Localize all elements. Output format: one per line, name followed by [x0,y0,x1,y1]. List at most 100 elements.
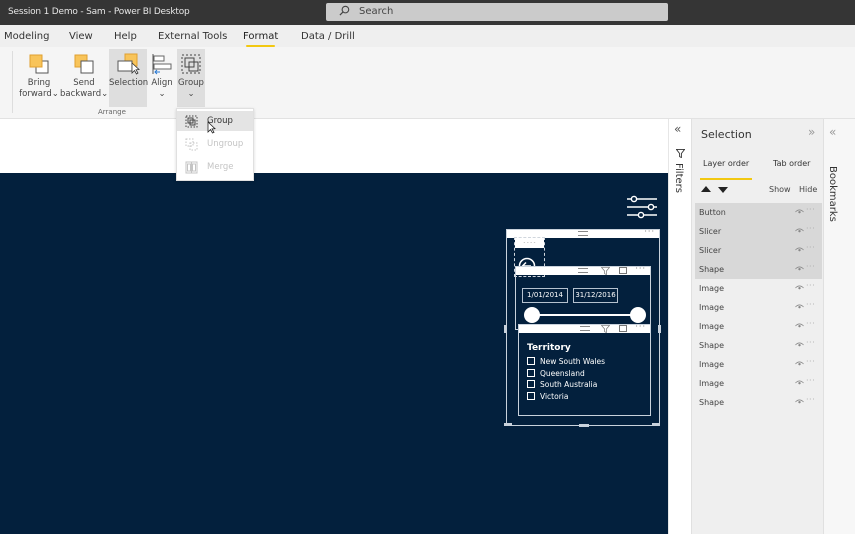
territory-option[interactable]: Queensland [527,369,585,378]
eye-icon[interactable] [795,304,804,310]
search-box[interactable]: Search [326,3,668,21]
territory-option[interactable]: Victoria [527,392,568,401]
resize-handle[interactable] [658,325,661,333]
more-options-icon[interactable]: ··· [806,357,815,366]
layer-row[interactable]: Image ··· [695,374,822,393]
tab-modeling[interactable]: Modeling [4,31,50,42]
eye-icon[interactable] [795,399,804,405]
layer-row[interactable]: Slicer ··· [695,241,822,260]
layer-row[interactable]: Slicer ··· [695,222,822,241]
filter-icon[interactable] [601,267,610,275]
resize-handle[interactable] [652,423,660,426]
territory-option[interactable]: New South Wales [527,357,605,366]
more-options-icon[interactable]: ··· [806,338,815,347]
eye-icon[interactable] [795,361,804,367]
eye-icon[interactable] [795,323,804,329]
layer-row[interactable]: Image ··· [695,279,822,298]
more-options-icon[interactable]: ··· [635,264,646,273]
eye-icon[interactable] [795,380,804,386]
resize-handle[interactable] [504,325,507,333]
bookmarks-label[interactable]: Bookmarks [827,166,838,222]
tab-format[interactable]: Format [243,31,278,47]
focus-mode-icon[interactable] [619,325,627,332]
drag-handle-icon[interactable] [579,326,590,331]
more-options-icon[interactable]: ··· [806,281,815,290]
eye-icon[interactable] [795,228,804,234]
filter-icon[interactable] [601,325,610,333]
drag-handle-icon[interactable] [578,231,588,236]
more-options-icon[interactable]: ··· [806,224,815,233]
menu-item-ungroup: Ungroup [177,134,253,154]
canvas-top-margin [0,119,668,173]
send-backward-button[interactable]: Send backward⌄ [60,49,108,103]
eye-icon[interactable] [795,342,804,348]
start-date-handle[interactable] [524,307,540,323]
eye-icon[interactable] [795,247,804,253]
more-options-icon[interactable]: ··· [806,319,815,328]
checkbox[interactable] [527,357,535,365]
layer-row[interactable]: Image ··· [695,298,822,317]
date-range-track[interactable] [531,314,639,316]
group-button[interactable]: Group ⌄ [177,49,205,107]
show-all-button[interactable]: Show [769,185,791,194]
resize-handle[interactable] [504,423,512,426]
more-options-icon[interactable]: ··· [806,243,815,252]
more-options-icon[interactable]: ··· [806,395,815,404]
territory-option[interactable]: South Australia [527,380,597,389]
territory-option-label: Queensland [540,369,585,378]
move-down-icon[interactable] [718,187,728,193]
expand-filters-icon[interactable]: « [674,122,681,136]
tab-data-drill[interactable]: Data / Drill [301,31,355,42]
bookmarks-pane-collapsed[interactable]: « Bookmarks [824,119,855,534]
start-date-input[interactable]: 1/01/2014 [522,288,568,303]
layer-row[interactable]: Image ··· [695,317,822,336]
tab-tab-order[interactable]: Tab order [773,159,810,168]
date-slicer-header: ··· [516,264,650,275]
layer-row[interactable]: Shape ··· [695,260,822,279]
end-date-input[interactable]: 31/12/2016 [573,288,618,303]
checkbox[interactable] [527,392,535,400]
checkbox[interactable] [527,369,535,377]
eye-icon[interactable] [795,209,804,215]
hide-all-button[interactable]: Hide [799,185,817,194]
menu-item-group[interactable]: Group [177,111,253,134]
tab-layer-order[interactable]: Layer order [703,159,749,168]
sliders-icon[interactable] [625,194,659,220]
more-options-icon[interactable]: ··· [806,205,815,214]
collapse-pane-icon[interactable]: » [808,125,815,139]
layer-row[interactable]: Button ··· [695,203,822,222]
drag-handle-icon[interactable] [578,268,588,273]
tab-external-tools[interactable]: External Tools [158,31,227,42]
more-options-icon[interactable]: ··· [806,376,815,385]
resize-handle[interactable] [579,424,589,427]
layer-row[interactable]: Shape ··· [695,336,822,355]
layer-row[interactable]: Image ··· [695,355,822,374]
focus-mode-icon[interactable] [619,267,627,274]
end-date-handle[interactable] [630,307,646,323]
menu-item-ungroup-label: Ungroup [207,139,244,149]
tab-view[interactable]: View [69,31,93,42]
more-options-icon[interactable]: ··· [644,227,655,236]
filters-label[interactable]: Filters [673,163,684,193]
more-options-icon[interactable]: ··· [806,300,815,309]
layer-row[interactable]: Shape ··· [695,393,822,412]
ribbon-tabs: Modeling View Help External Tools Format… [0,25,855,47]
territory-slicer-header: ··· [519,322,650,333]
more-options-icon[interactable]: ··· [635,322,646,331]
expand-bookmarks-icon[interactable]: « [829,125,836,139]
ungroup-icon [185,138,198,151]
group-icon [181,54,201,74]
selection-button[interactable]: Selection [109,49,148,107]
more-options-icon[interactable]: ··· [806,262,815,271]
territory-option-label: South Australia [540,380,598,389]
checkbox[interactable] [527,380,535,388]
bring-forward-button[interactable]: Bring forward⌄ [17,49,61,103]
align-button[interactable]: Align ⌄ [149,49,175,103]
move-up-icon[interactable] [701,186,711,192]
filters-pane-collapsed[interactable]: « Filters [668,119,691,534]
tab-help[interactable]: Help [114,31,137,42]
eye-icon[interactable] [795,285,804,291]
send-backward-icon [74,54,94,74]
eye-icon[interactable] [795,266,804,272]
active-tab-indicator [700,178,752,180]
